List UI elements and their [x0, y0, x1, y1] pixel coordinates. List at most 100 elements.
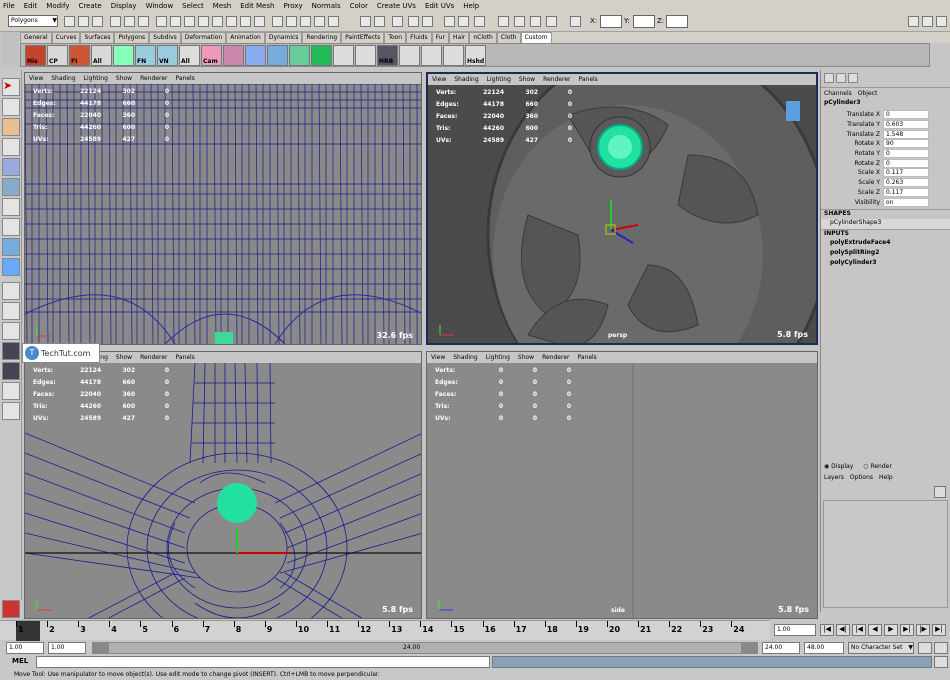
- render-settings-icon[interactable]: [546, 16, 557, 27]
- menu-create-uvs[interactable]: Create UVs: [377, 2, 416, 10]
- four-pane-layout-icon[interactable]: [2, 282, 20, 300]
- shelf-button-fi-icon[interactable]: FI: [69, 45, 90, 66]
- viewport-menu-shading[interactable]: Shading: [453, 354, 477, 361]
- layer-menu-options[interactable]: Options: [850, 474, 873, 481]
- attribute-icon[interactable]: [848, 73, 858, 83]
- shelf-tab-general[interactable]: General: [20, 32, 52, 43]
- render-radio[interactable]: ○ Render: [863, 463, 892, 470]
- range-handle-end[interactable]: [741, 643, 757, 653]
- menu-display[interactable]: Display: [111, 2, 137, 10]
- channel-row[interactable]: Scale Z 0.117: [823, 187, 950, 198]
- select-render-icon[interactable]: [240, 16, 251, 27]
- object-menu[interactable]: Object: [858, 90, 878, 97]
- shelf-button-tool-18-icon[interactable]: [421, 45, 442, 66]
- go-to-start-icon[interactable]: |◀: [820, 624, 834, 636]
- channel-row[interactable]: Translate Z 1.548: [823, 129, 950, 139]
- channel-row[interactable]: Visibility on: [823, 197, 950, 207]
- outliner-icon[interactable]: [474, 16, 485, 27]
- shelf-tab-curves[interactable]: Curves: [51, 32, 81, 43]
- input-node[interactable]: polyCylinder3: [821, 259, 950, 269]
- shelf-tab-custom[interactable]: Custom: [520, 32, 552, 43]
- viewport-canvas[interactable]: Verts: 22124 302 0 Edges: 44178 660 0 Faces: 2204…: [25, 84, 421, 344]
- menu-proxy[interactable]: Proxy: [283, 2, 302, 10]
- snap-grid-icon[interactable]: [272, 16, 283, 27]
- menu-create[interactable]: Create: [78, 2, 101, 10]
- play-backward-icon[interactable]: ◀: [868, 624, 882, 636]
- viewport-menu-show[interactable]: Show: [116, 354, 132, 361]
- select-surfaces-icon[interactable]: [198, 16, 209, 27]
- go-to-end-icon[interactable]: ▶|: [932, 624, 946, 636]
- channel-row[interactable]: Rotate Y0: [823, 149, 950, 159]
- viewport-menu-show[interactable]: Show: [518, 354, 534, 361]
- hypershade-layout-icon[interactable]: [2, 382, 20, 400]
- channel-box-icon[interactable]: [936, 16, 947, 27]
- single-pane-layout-icon[interactable]: [2, 258, 20, 276]
- shelf-button-vn-icon[interactable]: VN: [157, 45, 178, 66]
- viewport-menu-lighting[interactable]: Lighting: [487, 76, 511, 83]
- step-back-key-icon[interactable]: ◀|: [836, 624, 850, 636]
- viewport-menu-view[interactable]: View: [432, 76, 446, 83]
- viewport-menu-shading[interactable]: Shading: [51, 75, 75, 82]
- viewport-menu-show[interactable]: Show: [519, 76, 535, 83]
- layout-option-icon[interactable]: [2, 402, 20, 420]
- new-layer-icon[interactable]: [934, 486, 946, 498]
- viewport-menu-panels[interactable]: Panels: [175, 75, 194, 82]
- render-current-icon[interactable]: [514, 16, 525, 27]
- viewport-menu-lighting[interactable]: Lighting: [84, 75, 108, 82]
- step-back-frame-icon[interactable]: |◀: [852, 624, 866, 636]
- viewport-menu-lighting[interactable]: Lighting: [486, 354, 510, 361]
- shelf-tab-ncloth[interactable]: nCloth: [469, 32, 497, 43]
- end-time-field[interactable]: 48.00: [804, 642, 844, 654]
- menu-modify[interactable]: Modify: [46, 2, 69, 10]
- shape-name[interactable]: pCylinderShape3: [821, 218, 950, 229]
- shelf-button-all-icon[interactable]: All: [91, 45, 112, 66]
- two-pane-layout-icon[interactable]: [2, 302, 20, 320]
- shelf-button-tool-10-icon[interactable]: [245, 45, 266, 66]
- preferences-icon[interactable]: [934, 642, 948, 654]
- viewport-menu-renderer[interactable]: Renderer: [140, 354, 167, 361]
- shelf-tab-toon[interactable]: Toon: [384, 32, 407, 43]
- layer-list[interactable]: [823, 500, 948, 608]
- viewport-canvas[interactable]: Verts: 22124 302 0 Edges: 44178 660 0 Faces: 2204…: [428, 85, 816, 343]
- rotate-tool-icon[interactable]: [2, 158, 20, 176]
- shelf-button-tool-19-icon[interactable]: [443, 45, 464, 66]
- paint-select-tool-icon[interactable]: [2, 118, 20, 136]
- shelf-tab-surfaces[interactable]: Surfaces: [80, 32, 115, 43]
- shelf-button-tool-14-icon[interactable]: [333, 45, 354, 66]
- viewport-menu-renderer[interactable]: Renderer: [140, 75, 167, 82]
- snap-curve-icon[interactable]: [286, 16, 297, 27]
- viewport-menu-panels[interactable]: Panels: [577, 354, 596, 361]
- shelf-button-all-icon[interactable]: All: [179, 45, 200, 66]
- channel-value-field[interactable]: 0.263: [883, 178, 929, 188]
- manipulator-tool-icon[interactable]: [2, 198, 20, 216]
- viewport-menu-renderer[interactable]: Renderer: [543, 76, 570, 83]
- shelf-tab-fur[interactable]: Fur: [431, 32, 450, 43]
- shelf-button-fn-icon[interactable]: FN: [135, 45, 156, 66]
- channel-value-field[interactable]: 90: [883, 139, 929, 149]
- select-by-type-icon[interactable]: [156, 16, 167, 27]
- shelf-tab-deformation[interactable]: Deformation: [180, 32, 227, 43]
- viewport-side[interactable]: View Shading Lighting Show Renderer Panels Ve…: [426, 351, 818, 619]
- channel-row[interactable]: Translate X0: [823, 110, 950, 120]
- current-frame-field[interactable]: 1.00: [774, 624, 816, 636]
- shelf-button-his-icon[interactable]: His: [25, 45, 46, 66]
- time-slider[interactable]: 1 2 3 4 5 6 7 8 9 10 11 12 13 14 15 16 17 18 19 20 21 22 23 24: [0, 620, 770, 641]
- viewport-top[interactable]: View Shading Lighting Show Renderer Panels Ve…: [24, 72, 422, 345]
- step-forward-key-icon[interactable]: |▶: [916, 624, 930, 636]
- input-output-icon[interactable]: [374, 16, 385, 27]
- menu-edit[interactable]: Edit: [24, 2, 38, 10]
- viewport-menu-panels[interactable]: Panels: [175, 354, 194, 361]
- shelf-button-hrb-icon[interactable]: HRB: [377, 45, 398, 66]
- y-field[interactable]: [633, 15, 655, 28]
- channel-value-field[interactable]: 0: [883, 110, 929, 120]
- shelf-tab-animation[interactable]: Animation: [226, 32, 265, 43]
- shelf-button-cp-icon[interactable]: CP: [47, 45, 68, 66]
- snap-view-icon[interactable]: [314, 16, 325, 27]
- shelf-button-tool-15-icon[interactable]: [355, 45, 376, 66]
- z-field[interactable]: [666, 15, 688, 28]
- snap-point-icon[interactable]: [300, 16, 311, 27]
- shelf-menu-icon[interactable]: [2, 32, 18, 66]
- menu-edit-mesh[interactable]: Edit Mesh: [240, 2, 274, 10]
- channel-value-field[interactable]: 0: [883, 158, 929, 168]
- shelf-button-tool-9-icon[interactable]: [223, 45, 244, 66]
